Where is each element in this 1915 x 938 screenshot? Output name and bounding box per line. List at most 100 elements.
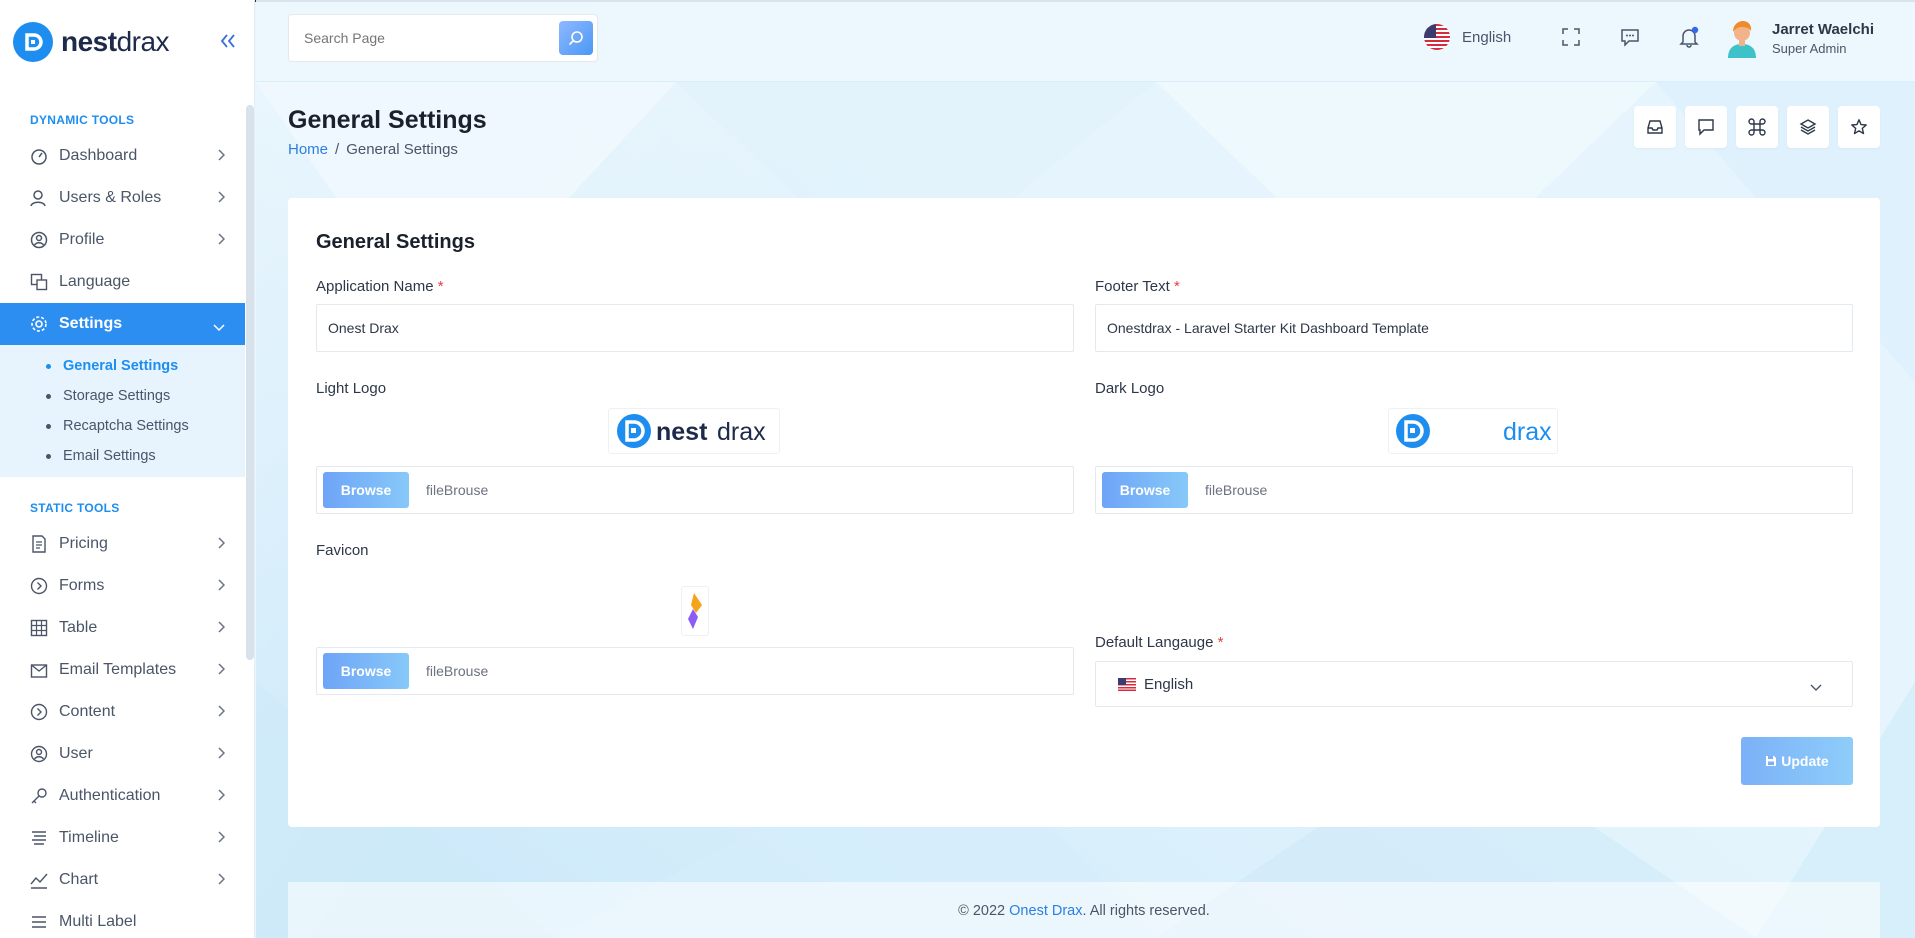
search-input[interactable]: [289, 30, 549, 46]
chevron-down-icon: [213, 319, 225, 337]
layers-button[interactable]: [1787, 106, 1829, 148]
chevron-right-icon: [217, 872, 226, 890]
star-icon: [1851, 119, 1867, 135]
app-name-label: Application Name *: [316, 278, 444, 295]
timeline-icon: [30, 829, 48, 847]
forms-icon: [30, 577, 48, 595]
us-flag-icon: [1118, 677, 1136, 691]
favicon-file-input[interactable]: Browse fileBrouse: [316, 647, 1074, 695]
sidebar-item-settings[interactable]: Settings: [0, 303, 245, 345]
favicon-preview: [681, 586, 709, 636]
sidebar-item-language[interactable]: Language: [0, 261, 245, 303]
multi-label-icon: [30, 913, 48, 931]
message-icon: [1698, 119, 1714, 136]
profile-icon: [30, 231, 48, 249]
sidebar-item-label: Pricing: [59, 535, 108, 552]
submenu-item-email-settings[interactable]: Email Settings: [0, 441, 245, 471]
section-title-static: STATIC TOOLS: [30, 501, 120, 515]
language-icon: [30, 273, 48, 291]
light-logo-preview: nest drax: [608, 408, 780, 454]
language-switcher[interactable]: English: [1424, 24, 1511, 50]
favicon-label: Favicon: [316, 542, 369, 559]
light-logo-file-input[interactable]: Browse fileBrouse: [316, 466, 1074, 514]
sidebar-item-authentication[interactable]: Authentication: [0, 775, 245, 817]
footer-text-input[interactable]: Onestdrax - Laravel Starter Kit Dashboar…: [1095, 304, 1853, 352]
chat-icon[interactable]: [1618, 25, 1642, 49]
chart-icon: [30, 871, 48, 889]
favorite-button[interactable]: [1838, 106, 1880, 148]
sidebar-item-label: Forms: [59, 577, 105, 594]
chevron-right-icon: [217, 232, 226, 250]
breadcrumb: Home / General Settings: [288, 141, 458, 158]
search-button[interactable]: [559, 21, 593, 55]
update-button[interactable]: Update: [1741, 737, 1853, 785]
chevron-right-icon: [217, 746, 226, 764]
settings-submenu: General Settings Storage Settings Recapt…: [0, 345, 245, 477]
message-button[interactable]: [1685, 106, 1727, 148]
profile-text: Jarret Waelchi Super Admin: [1772, 21, 1874, 56]
default-language-value: English: [1144, 675, 1194, 693]
sidebar-item-label: Table: [59, 619, 98, 636]
chevron-down-icon: [1810, 679, 1822, 696]
footer-brand-link[interactable]: Onest Drax: [1009, 903, 1082, 919]
brand-name: nestdrax: [61, 26, 170, 57]
user-role: Super Admin: [1772, 40, 1847, 56]
user-circle-icon: [30, 745, 48, 763]
sidebar-item-table[interactable]: Table: [0, 607, 245, 649]
submenu-item-storage-settings[interactable]: Storage Settings: [0, 381, 245, 411]
submenu-item-general-settings[interactable]: General Settings: [0, 351, 245, 381]
sidebar-item-email-templates[interactable]: Email Templates: [0, 649, 245, 691]
dark-logo-file-input[interactable]: Browse fileBrouse: [1095, 466, 1853, 514]
breadcrumb-current: General Settings: [346, 141, 458, 158]
dashboard-icon: [30, 147, 48, 165]
favicon-image: [688, 593, 702, 629]
dark-logo-preview: drax: [1388, 408, 1558, 454]
save-icon: [1766, 756, 1777, 766]
bell-icon[interactable]: [1677, 25, 1701, 49]
chevron-right-icon: [217, 148, 226, 166]
card-title: General Settings: [316, 231, 475, 253]
sidebar-collapse-icon[interactable]: [220, 32, 236, 53]
default-language-select[interactable]: English: [1095, 661, 1853, 707]
dark-logo-browse-button[interactable]: Browse: [1102, 472, 1188, 508]
sidebar-item-label: Users & Roles: [59, 189, 162, 206]
breadcrumb-home-link[interactable]: Home: [288, 141, 328, 158]
fullscreen-icon[interactable]: [1559, 25, 1583, 49]
submenu-item-recaptcha-settings[interactable]: Recaptcha Settings: [0, 411, 245, 441]
content-icon: [30, 703, 48, 721]
layers-icon: [1799, 119, 1817, 135]
sidebar-item-dashboard[interactable]: Dashboard: [0, 135, 245, 177]
breadcrumb-separator: /: [335, 141, 340, 158]
sidebar-item-user[interactable]: User: [0, 733, 245, 775]
dark-logo-label: Dark Logo: [1095, 380, 1165, 397]
sidebar-item-chart[interactable]: Chart: [0, 859, 245, 901]
sidebar: nestdrax DYNAMIC TOOLS Dashboard Users &…: [0, 0, 255, 938]
sidebar-item-pricing[interactable]: Pricing: [0, 523, 245, 565]
app-name-input[interactable]: Onest Drax: [316, 304, 1074, 352]
dark-logo-file-name: fileBrouse: [1205, 482, 1268, 498]
chevron-right-icon: [217, 578, 226, 596]
brand-mark-icon: [13, 22, 53, 62]
sidebar-scrollbar[interactable]: [246, 105, 254, 660]
inbox-icon: [1647, 120, 1663, 134]
light-logo-browse-button[interactable]: Browse: [323, 472, 409, 508]
sidebar-item-content[interactable]: Content: [0, 691, 245, 733]
sidebar-item-forms[interactable]: Forms: [0, 565, 245, 607]
sidebar-item-users-roles[interactable]: Users & Roles: [0, 177, 245, 219]
sidebar-item-multi-label[interactable]: Multi Label: [0, 901, 245, 938]
command-button[interactable]: [1736, 106, 1778, 148]
light-logo-image: nest drax: [617, 414, 766, 448]
gear-icon: [30, 315, 48, 333]
sidebar-item-profile[interactable]: Profile: [0, 219, 245, 261]
page-title: General Settings: [288, 106, 487, 134]
dark-logo-image: drax: [1396, 414, 1552, 448]
sidebar-item-label: Content: [59, 703, 116, 720]
chevron-right-icon: [217, 662, 226, 680]
favicon-browse-button[interactable]: Browse: [323, 653, 409, 689]
user-profile-menu[interactable]: Jarret Waelchi Super Admin: [1724, 18, 1874, 58]
brand-logo[interactable]: nestdrax: [13, 22, 170, 62]
sidebar-item-label: Language: [59, 273, 131, 290]
inbox-button[interactable]: [1634, 106, 1676, 148]
light-logo-file-name: fileBrouse: [426, 482, 489, 498]
sidebar-item-timeline[interactable]: Timeline: [0, 817, 245, 859]
